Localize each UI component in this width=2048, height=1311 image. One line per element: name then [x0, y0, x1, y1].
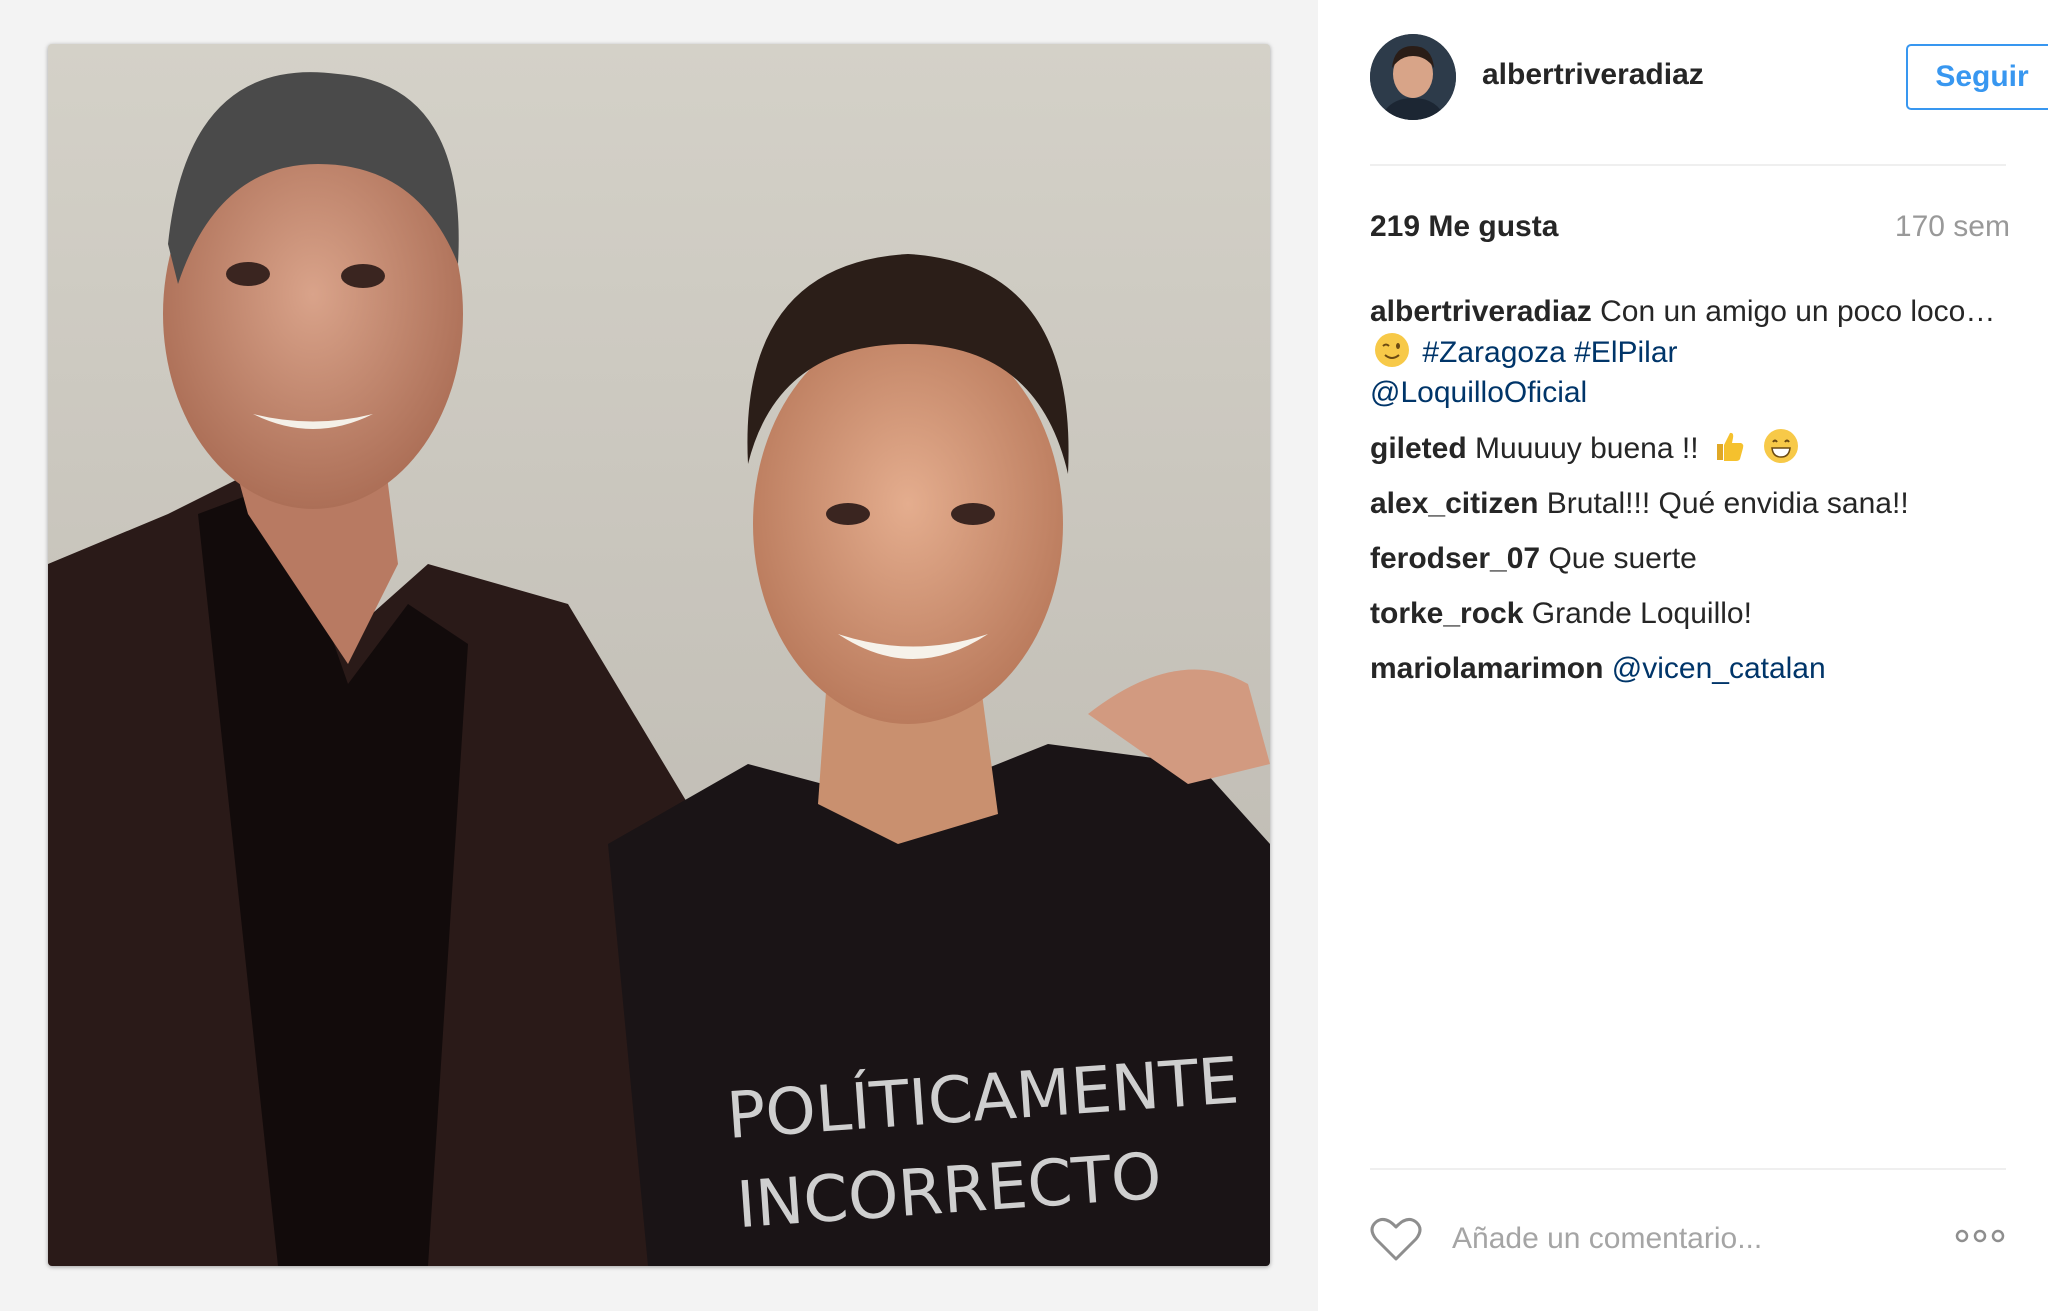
post-media-pane: POLÍTICAMENTE INCORRECTO — [0, 0, 1318, 1311]
list-item: ferodser_07 Que suerte — [1370, 539, 2006, 579]
comment-username[interactable]: mariolamarimon — [1370, 652, 1603, 685]
footer-divider — [1370, 1168, 2006, 1170]
mention-loquillo[interactable]: @LoquilloOficial — [1370, 376, 1587, 409]
caption-username[interactable]: albertriveradiaz — [1370, 295, 1592, 328]
avatar-image — [1370, 34, 1456, 120]
post-photo-illustration: POLÍTICAMENTE INCORRECTO — [48, 44, 1270, 1266]
post-header: albertriveradiaz Seguir — [1370, 34, 2048, 124]
comments-list: albertriveradiaz Con un amigo un poco lo… — [1370, 292, 2006, 704]
username[interactable]: albertriveradiaz — [1482, 58, 1704, 92]
thumbs-up-icon — [1716, 432, 1744, 461]
header-divider — [1370, 164, 2006, 166]
avatar[interactable] — [1370, 34, 1456, 120]
heart-icon[interactable] — [1370, 1216, 1422, 1262]
comment-text: Muuuuy buena !! — [1475, 432, 1699, 465]
comment-input[interactable] — [1450, 1210, 1924, 1268]
list-item: mariolamarimon @vicen_catalan — [1370, 649, 2006, 689]
comment-username[interactable]: gileted — [1370, 432, 1467, 465]
comment-bar — [1370, 1210, 2006, 1270]
comment-text: Que suerte — [1548, 542, 1697, 575]
post-side-panel: albertriveradiaz Seguir 219 Me gusta 170… — [1318, 0, 2048, 1311]
hashtag-elpilar[interactable]: #ElPilar — [1574, 336, 1677, 369]
list-item: gileted Muuuuy buena !! — [1370, 428, 2006, 469]
comment-username[interactable]: torke_rock — [1370, 597, 1523, 630]
comment-username[interactable]: alex_citizen — [1370, 487, 1538, 520]
caption-text: Con un amigo un poco loco… — [1600, 295, 1996, 328]
caption: albertriveradiaz Con un amigo un poco lo… — [1370, 292, 2006, 413]
likes-count[interactable]: 219 Me gusta — [1370, 210, 1558, 244]
follow-button[interactable]: Seguir — [1906, 44, 2048, 110]
post-timestamp[interactable]: 170 sem — [1895, 210, 2010, 244]
list-item: alex_citizen Brutal!!! Qué envidia sana!… — [1370, 484, 2006, 524]
more-options-icon[interactable] — [1954, 1224, 2006, 1248]
post-photo[interactable]: POLÍTICAMENTE INCORRECTO — [48, 44, 1270, 1266]
grin-emoji-icon — [1764, 429, 1799, 463]
comment-username[interactable]: ferodser_07 — [1370, 542, 1540, 575]
comment-mention[interactable]: @vicen_catalan — [1612, 652, 1826, 685]
hashtag-zaragoza[interactable]: #Zaragoza — [1422, 336, 1565, 369]
comment-text: Grande Loquillo! — [1531, 597, 1752, 630]
list-item: torke_rock Grande Loquillo! — [1370, 594, 2006, 634]
wink-emoji-icon — [1375, 333, 1409, 367]
comment-text: Brutal!!! Qué envidia sana!! — [1546, 487, 1909, 520]
